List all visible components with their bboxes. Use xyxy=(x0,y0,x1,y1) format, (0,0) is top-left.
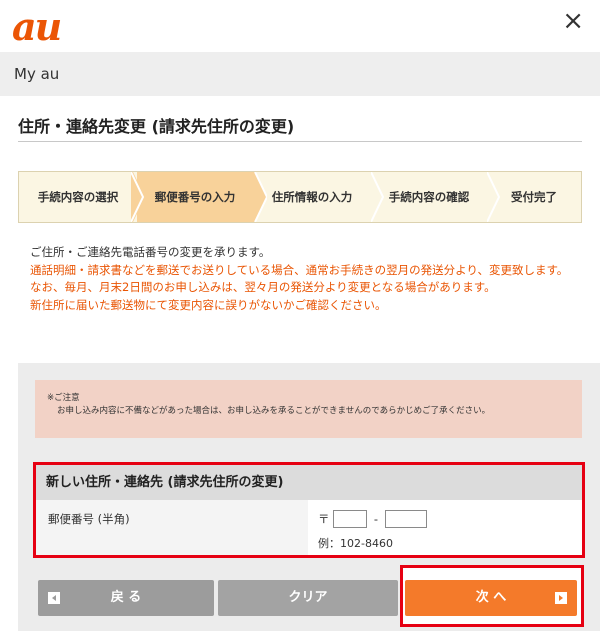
step-select-procedure: 手続内容の選択 xyxy=(37,190,119,204)
postal-code-label: 郵便番号 (半角) xyxy=(36,500,308,555)
step-separator-icon xyxy=(371,172,385,222)
intro-line: なお、毎月、月末2日間のお申し込みは、翌々月の発送分より変更となる場合があります… xyxy=(30,280,496,294)
notice-body: お申し込み内容に不備などがあった場合は、お申し込みを承ることができませんのであら… xyxy=(57,406,491,416)
app-header: au × xyxy=(0,0,600,52)
step-postal-code: 郵便番号の入力 xyxy=(137,172,253,222)
notice-heading: ※ご注意 xyxy=(47,393,80,403)
au-logo[interactable]: au xyxy=(12,4,62,49)
intro-text: ご住所・ご連絡先電話番号の変更を承ります。 通話明細・請求書などを郵送でお送りし… xyxy=(30,244,586,314)
arrow-right-icon xyxy=(555,592,567,604)
back-button-label: 戻 る xyxy=(110,590,142,605)
postal-mark: 〒 xyxy=(318,511,330,526)
back-button[interactable]: 戻 る xyxy=(38,580,214,616)
new-address-section: 新しい住所・連絡先 (請求先住所の変更) 郵便番号 (半角) 〒 - 例：102… xyxy=(33,462,585,558)
step-separator-icon xyxy=(487,172,501,222)
clear-button-label: クリア xyxy=(288,590,328,605)
intro-line: 新住所に届いた郵送物にて変更内容に誤りがないかご確認ください。 xyxy=(30,297,387,312)
intro-line: ご住所・ご連絡先電話番号の変更を承ります。 xyxy=(30,245,271,259)
next-button[interactable]: 次 へ xyxy=(405,580,577,616)
postal-code-separator: - xyxy=(373,511,378,526)
postal-code-example: 例：102-8460 xyxy=(318,537,393,550)
clear-button[interactable]: クリア xyxy=(218,580,398,616)
step-separator-icon xyxy=(253,172,267,222)
page-title: 住所・連絡先変更 (請求先住所の変更) xyxy=(18,117,295,136)
step-separator-icon xyxy=(131,172,145,222)
next-button-label: 次 へ xyxy=(475,590,507,605)
myau-nav-bar: My au xyxy=(0,52,600,96)
intro-line: 通話明細・請求書などを郵送でお送りしている場合、通常お手続きの翌月の発送分より、… xyxy=(30,262,569,277)
new-address-heading: 新しい住所・連絡先 (請求先住所の変更) xyxy=(36,465,582,500)
postal-code-first-input[interactable] xyxy=(333,509,368,528)
title-divider xyxy=(18,141,582,142)
arrow-left-icon xyxy=(48,592,60,604)
step-address-info: 住所情報の入力 xyxy=(271,190,353,204)
postal-code-second-input[interactable] xyxy=(384,509,427,528)
step-complete: 受付完了 xyxy=(511,190,557,204)
notice-box: ※ご注意 お申し込み内容に不備などがあった場合は、お申し込みを承ることができませ… xyxy=(35,380,582,438)
myau-link[interactable]: My au xyxy=(14,65,59,83)
postal-code-input-area: 〒 - 例：102-8460 xyxy=(308,500,582,555)
progress-steps: 手続内容の選択 郵便番号の入力 住所情報の入力 手続内容の確認 受付完了 xyxy=(18,171,582,223)
close-icon[interactable]: × xyxy=(562,8,584,34)
step-confirm: 手続内容の確認 xyxy=(388,190,470,204)
